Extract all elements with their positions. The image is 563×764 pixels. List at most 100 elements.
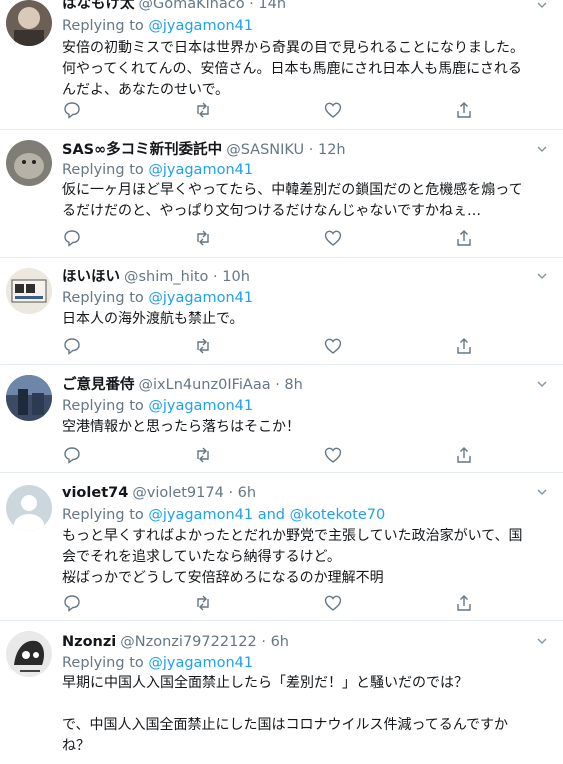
reply-and-label: and: [257, 507, 285, 523]
tweet-text: 仮に一ヶ月ほど早くやってたら、中韓差別だの鎖国だのと危機感を煽って るだけだのと…: [62, 180, 549, 222]
tweet-text: もっと早くすればよかったとだれか野党で主張していた政治家がいて、国 会でそれを追…: [62, 526, 549, 589]
reply-mention-link[interactable]: @jyagamon41: [148, 162, 253, 178]
replying-to: Replying to @jyagamon41: [62, 653, 253, 673]
reply-mention-link[interactable]: @jyagamon41: [148, 655, 253, 671]
reply-icon[interactable]: [62, 336, 82, 356]
text-line: [62, 694, 549, 715]
tweet[interactable]: Nzonzi @Nzonzi79722122 · 6h Replying to @…: [0, 621, 563, 764]
tweet-actions: [62, 445, 482, 465]
tweet-text: 早期に中国人入国全面禁止したら「差別だ！」と騒いだのでは？ で、中国人入国全面禁…: [62, 673, 549, 757]
replying-to: Replying to @jyagamon41 and @kotekote70: [62, 505, 385, 525]
reply-mention-link-2[interactable]: @kotekote70: [290, 507, 386, 523]
text-line: 日本人の海外渡航も禁止で。: [62, 311, 244, 327]
text-line: 何やってくれてんの、安倍さん。日本も馬鹿にされ日本人も馬鹿にされる: [62, 61, 522, 77]
reply-feed: はなもけ太 @GomaKinaco · 14h Replying to @jyag…: [0, 0, 563, 764]
text-line: ね？: [62, 738, 90, 754]
tweet-actions: [62, 100, 482, 120]
tweet-actions: [62, 336, 482, 356]
avatar[interactable]: [6, 140, 52, 186]
retweet-icon[interactable]: [193, 336, 213, 356]
tweet-actions: [62, 228, 482, 248]
handle-and-time[interactable]: @SASNIKU · 12h: [226, 142, 345, 158]
tweet[interactable]: violet74 @violet9174 · 6h Replying to @jy…: [0, 473, 563, 621]
handle-and-time[interactable]: @shim_hito · 10h: [124, 269, 250, 285]
reply-mention-link[interactable]: @jyagamon41: [148, 507, 253, 523]
text-line: 安倍の初動ミスで日本は世界から奇異の目で見られることになりました。: [62, 40, 524, 56]
retweet-icon[interactable]: [193, 593, 213, 613]
replying-to-label: Replying to: [62, 507, 144, 523]
avatar[interactable]: [6, 0, 52, 46]
tweet[interactable]: ご意見番侍 @ixLn4unz0IFiAaa · 8h Replying to @…: [0, 365, 563, 473]
reply-mention-link[interactable]: @jyagamon41: [148, 398, 253, 414]
like-icon[interactable]: [323, 100, 343, 120]
tweet-text: 日本人の海外渡航も禁止で。: [62, 309, 549, 330]
caret-down-icon[interactable]: [535, 634, 549, 648]
caret-down-icon[interactable]: [535, 377, 549, 391]
share-icon[interactable]: [454, 336, 474, 356]
text-line: 桜ばっかでどうして安倍辞めろになるのか理解不明: [62, 570, 384, 586]
avatar[interactable]: [6, 485, 52, 531]
retweet-icon[interactable]: [193, 100, 213, 120]
text-line: もっと早くすればよかったとだれか野党で主張していた政治家がいて、国: [62, 528, 523, 544]
display-name[interactable]: violet74: [62, 485, 128, 501]
share-icon[interactable]: [454, 100, 474, 120]
tweet-header: violet74 @violet9174 · 6h: [62, 483, 523, 503]
reply-icon[interactable]: [62, 100, 82, 120]
tweet[interactable]: ほいほい @shim_hito · 10h Replying to @jyagam…: [0, 258, 563, 365]
reply-mention-link[interactable]: @jyagamon41: [148, 18, 253, 34]
share-icon[interactable]: [454, 445, 474, 465]
replying-to-label: Replying to: [62, 655, 144, 671]
text-line: 空港情報かと思ったら落ちはそこか！: [62, 419, 300, 435]
tweet-header: はなもけ太 @GomaKinaco · 14h: [62, 0, 523, 14]
reply-mention-link[interactable]: @jyagamon41: [148, 290, 253, 306]
tweet-header: ほいほい @shim_hito · 10h: [62, 267, 523, 287]
text-line: で、中国人入国全面禁止にした国はコロナウイルス件減ってるんですか: [62, 717, 509, 733]
text-line: 早期に中国人入国全面禁止したら「差別だ！」と騒いだのでは？: [62, 675, 468, 691]
replying-to: Replying to @jyagamon41: [62, 396, 253, 416]
like-icon[interactable]: [323, 228, 343, 248]
replying-to: Replying to @jyagamon41: [62, 16, 253, 36]
display-name[interactable]: SAS∞多コミ新刊委託中: [62, 142, 222, 158]
tweet-header: Nzonzi @Nzonzi79722122 · 6h: [62, 632, 523, 652]
caret-down-icon[interactable]: [535, 142, 549, 156]
handle-and-time[interactable]: @Nzonzi79722122 · 6h: [120, 634, 289, 650]
text-line: んだよ、あなたのせいで。: [62, 82, 230, 98]
replying-to-label: Replying to: [62, 290, 144, 306]
avatar[interactable]: [6, 631, 52, 677]
tweet-header: ご意見番侍 @ixLn4unz0IFiAaa · 8h: [62, 375, 523, 395]
reply-icon[interactable]: [62, 593, 82, 613]
caret-down-icon[interactable]: [535, 485, 549, 499]
text-line: るだけだのと、やっぱり文句つけるだけなんじゃないですかねぇ…: [62, 203, 482, 219]
share-icon[interactable]: [454, 593, 474, 613]
like-icon[interactable]: [323, 593, 343, 613]
replying-to-label: Replying to: [62, 162, 144, 178]
display-name[interactable]: Nzonzi: [62, 634, 116, 650]
text-line: 会でそれを追求していたなら納得するけど。: [62, 549, 341, 565]
caret-down-icon[interactable]: [535, 269, 549, 283]
text-line: 仮に一ヶ月ほど早くやってたら、中韓差別だの鎖国だのと危機感を煽って: [62, 182, 523, 198]
reply-icon[interactable]: [62, 228, 82, 248]
avatar[interactable]: [6, 268, 52, 314]
handle-and-time[interactable]: @GomaKinaco · 14h: [139, 0, 287, 12]
like-icon[interactable]: [323, 445, 343, 465]
replying-to-label: Replying to: [62, 18, 144, 34]
display-name[interactable]: ご意見番侍: [62, 377, 135, 393]
tweet-text: 安倍の初動ミスで日本は世界から奇異の目で見られることになりました。 何やってくれ…: [62, 38, 549, 101]
retweet-icon[interactable]: [193, 445, 213, 465]
tweet-text: 空港情報かと思ったら落ちはそこか！: [62, 417, 549, 438]
tweet[interactable]: SAS∞多コミ新刊委託中 @SASNIKU · 12h Replying to @…: [0, 130, 563, 258]
replying-to: Replying to @jyagamon41: [62, 288, 253, 308]
replying-to-label: Replying to: [62, 398, 144, 414]
display-name[interactable]: ほいほい: [62, 269, 120, 285]
avatar[interactable]: [6, 375, 52, 421]
tweet[interactable]: はなもけ太 @GomaKinaco · 14h Replying to @jyag…: [0, 0, 563, 130]
handle-and-time[interactable]: @violet9174 · 6h: [132, 485, 256, 501]
display-name[interactable]: はなもけ太: [62, 0, 135, 12]
tweet-actions: [62, 593, 482, 613]
handle-and-time[interactable]: @ixLn4unz0IFiAaa · 8h: [139, 377, 303, 393]
caret-down-icon[interactable]: [535, 0, 549, 12]
like-icon[interactable]: [323, 336, 343, 356]
reply-icon[interactable]: [62, 445, 82, 465]
share-icon[interactable]: [454, 228, 474, 248]
retweet-icon[interactable]: [193, 228, 213, 248]
